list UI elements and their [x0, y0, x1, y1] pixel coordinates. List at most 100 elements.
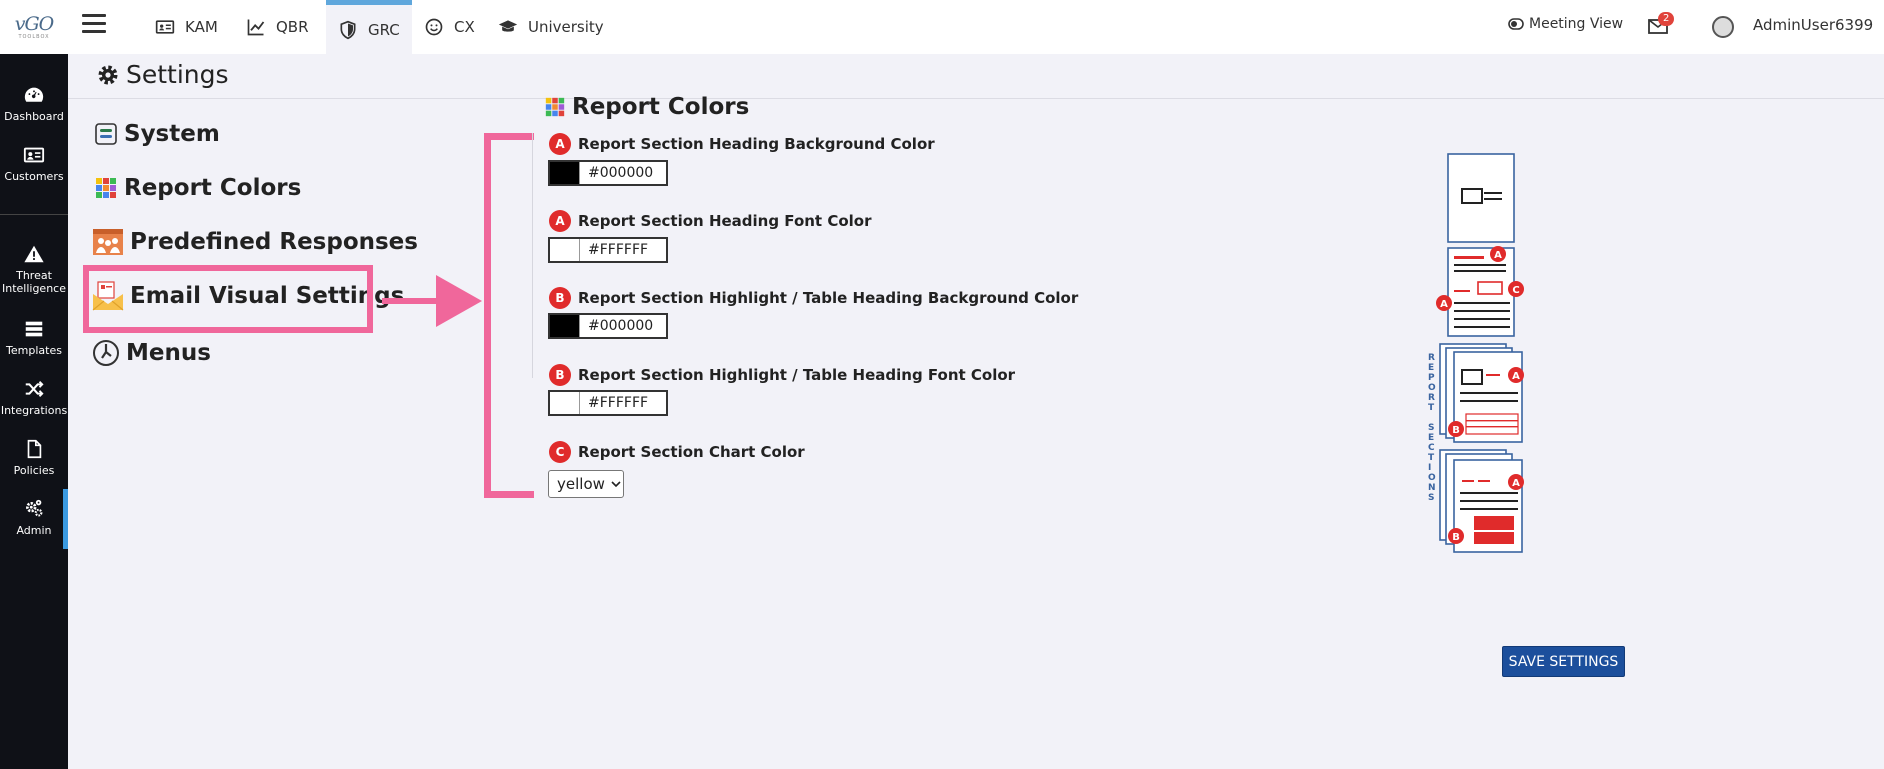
rail-label-templates: Templates [6, 344, 62, 357]
hamburger-menu-icon[interactable] [82, 14, 106, 34]
smile-icon [425, 18, 443, 36]
svg-text:A: A [1512, 371, 1520, 382]
mail-count-badge: 2 [1658, 12, 1675, 26]
responses-icon [93, 229, 123, 255]
rail-active-indicator [63, 489, 68, 549]
content-divider [532, 133, 533, 378]
header-divider [68, 98, 1884, 99]
rail-label-threat-intelligence: Threat Intelligence [1, 269, 66, 295]
tab-label-university: University [528, 18, 604, 36]
highlight-box [83, 265, 373, 333]
heading-bg-color-input[interactable]: #000000 [548, 160, 668, 186]
chart-color-value: yellow [557, 475, 605, 493]
svg-text:A: A [1494, 250, 1502, 261]
highlight-font-color-input[interactable]: #FFFFFF [548, 390, 668, 416]
rail-label-policies: Policies [13, 464, 55, 477]
tab-grc[interactable]: GRC [326, 0, 412, 54]
heading-font-color-input[interactable]: #FFFFFF [548, 237, 668, 263]
warning-icon [24, 245, 44, 263]
menu-item-menus[interactable]: Menus [92, 339, 211, 367]
username[interactable]: AdminUser6399 [1753, 16, 1873, 34]
templates-icon [25, 321, 43, 337]
rail-label-dashboard: Dashboard [4, 110, 64, 123]
tab-label-cx: CX [454, 18, 475, 36]
tab-cx[interactable]: CX [412, 0, 487, 54]
meeting-view-label: Meeting View [1529, 16, 1624, 32]
rail-item-policies[interactable]: Policies [0, 438, 68, 477]
field-label-text: Report Section Highlight / Table Heading… [578, 289, 1079, 307]
left-rail: vGO TOOLBOX Dashboard Customers Threat I… [0, 0, 68, 769]
badge-c: C [549, 441, 571, 463]
rail-item-templates[interactable]: Templates [0, 318, 68, 357]
menu-label-menus: Menus [126, 340, 211, 366]
rail-divider [0, 214, 68, 215]
rail-item-customers[interactable]: Customers [0, 144, 68, 183]
field-label-text: Report Section Chart Color [578, 443, 805, 461]
color-value[interactable]: #FFFFFF [580, 242, 648, 258]
avatar[interactable] [1712, 16, 1734, 38]
field-label-highlight-font: B Report Section Highlight / Table Headi… [549, 364, 1015, 386]
menu-item-system[interactable]: System [94, 121, 220, 147]
color-swatch[interactable] [550, 392, 580, 414]
annotation-arrow-shaft [382, 298, 438, 304]
menu-item-report-colors[interactable]: Report Colors [94, 175, 301, 201]
shield-icon [340, 20, 356, 39]
svg-text:B: B [1452, 425, 1460, 436]
rail-item-admin[interactable]: Admin [0, 498, 68, 537]
color-swatch[interactable] [550, 239, 580, 261]
top-bar: KAM QBR GRC CX University Meeting View 2… [68, 0, 1884, 54]
palette-grid-icon [96, 178, 116, 198]
color-value[interactable]: #000000 [580, 165, 653, 181]
color-swatch[interactable] [550, 162, 580, 184]
system-icon [95, 123, 117, 145]
color-swatch[interactable] [550, 315, 580, 337]
menu-label-predefined-responses: Predefined Responses [130, 229, 418, 255]
field-label-text: Report Section Heading Font Color [578, 212, 872, 230]
palette-grid-icon [545, 97, 565, 117]
toggle-icon [1508, 18, 1524, 30]
tab-qbr[interactable]: QBR [234, 0, 321, 54]
tab-kam[interactable]: KAM [143, 0, 230, 54]
menu-item-predefined-responses[interactable]: Predefined Responses [92, 228, 418, 256]
field-label-highlight-bg: B Report Section Highlight / Table Headi… [549, 287, 1078, 309]
customers-icon [23, 147, 45, 163]
section-title-text: Report Colors [572, 94, 750, 120]
badge-a: A [549, 210, 571, 232]
app-logo[interactable]: vGO TOOLBOX [0, 0, 68, 54]
page-title-text: Settings [126, 60, 229, 89]
rail-item-dashboard[interactable]: Dashboard [0, 84, 68, 123]
highlight-bg-color-input[interactable]: #000000 [548, 313, 668, 339]
meeting-view-toggle[interactable]: Meeting View [1508, 16, 1623, 32]
badge-b: B [549, 287, 571, 309]
menus-icon [93, 340, 119, 366]
badge-b: B [549, 364, 571, 386]
tab-university[interactable]: University [486, 0, 616, 54]
badge-a: A [549, 133, 571, 155]
svg-text:A: A [1440, 299, 1448, 310]
field-label-chart-color: C Report Section Chart Color [549, 441, 805, 463]
menu-label-system: System [124, 121, 220, 147]
menu-label-report-colors: Report Colors [124, 175, 302, 201]
color-value[interactable]: #000000 [580, 318, 653, 334]
report-sections-illustration: REPORT SECTIONS A A C A B A B [1428, 153, 1524, 553]
rail-item-integrations[interactable]: Integrations [0, 378, 68, 417]
field-label-heading-bg: A Report Section Heading Background Colo… [549, 133, 935, 155]
gears-icon [26, 499, 43, 517]
tab-label-qbr: QBR [276, 18, 309, 36]
svg-text:A: A [1512, 478, 1520, 489]
svg-text:C: C [1512, 285, 1519, 296]
field-label-text: Report Section Highlight / Table Heading… [578, 366, 1016, 384]
rail-label-integrations: Integrations [0, 404, 68, 417]
page-title: Settings [96, 60, 229, 89]
tab-label-grc: GRC [368, 20, 400, 39]
color-value[interactable]: #FFFFFF [580, 395, 648, 411]
save-settings-button[interactable]: SAVE SETTINGS [1502, 646, 1625, 677]
chart-line-icon [247, 19, 265, 36]
rail-item-threat-intelligence[interactable]: Threat Intelligence [0, 243, 68, 295]
chart-color-select[interactable]: yellow [548, 470, 624, 498]
field-label-heading-font: A Report Section Heading Font Color [549, 210, 871, 232]
graduation-cap-icon [498, 20, 518, 32]
id-card-icon [155, 20, 175, 34]
annotation-bracket [484, 133, 534, 498]
document-icon [27, 439, 42, 459]
